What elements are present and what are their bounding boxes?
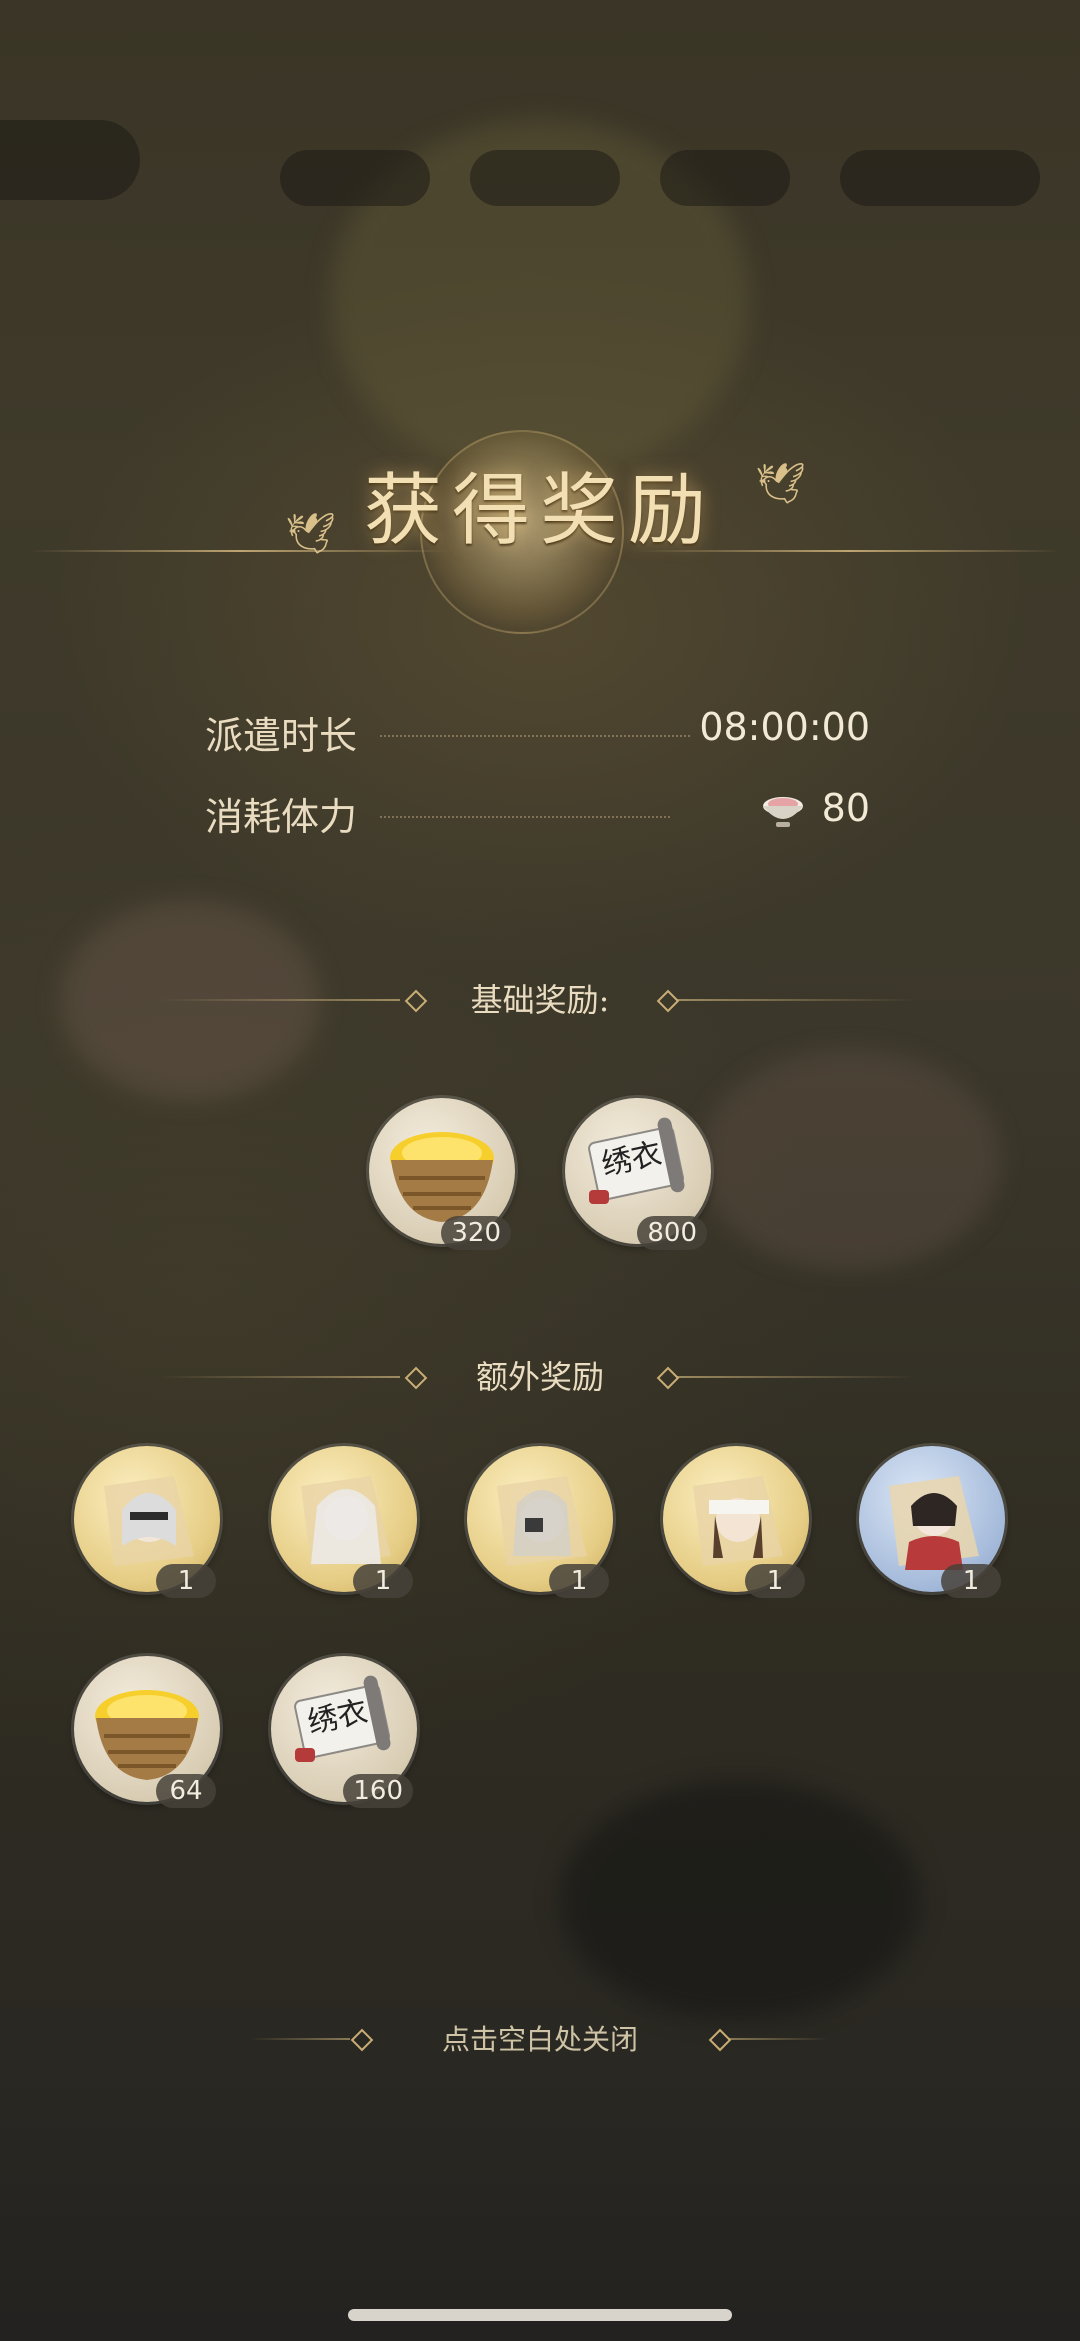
basic-rewards-heading: 基础奖励: (0, 975, 1080, 1025)
diamond-ornament (404, 1366, 428, 1390)
dispatch-duration-row: 派遣时长 08:00:00 (205, 705, 870, 758)
reward-count: 800 (637, 1216, 707, 1250)
hint-rule (250, 2038, 350, 2040)
dotted-leader (380, 816, 670, 818)
close-hint[interactable]: 点击空白处关闭 (0, 2018, 1080, 2058)
extra-rewards-label: 额外奖励 (475, 1358, 604, 1396)
reward-title-banner: 🕊 🕊 获得奖励 (0, 400, 1080, 634)
reward-item-grain[interactable]: 320 (369, 1098, 515, 1250)
reward-count: 1 (745, 1564, 805, 1598)
diamond-ornament (350, 2028, 374, 2052)
heading-rule (160, 1376, 400, 1378)
stamina-cost-row: 消耗体力 80 (205, 786, 870, 839)
reward-item-grain[interactable]: 64 (74, 1656, 220, 1808)
reward-item-portrait[interactable]: 1 (467, 1446, 613, 1598)
reward-item-portrait[interactable]: 1 (271, 1446, 417, 1598)
background-scenery (560, 1780, 920, 2020)
reward-count: 1 (156, 1564, 216, 1598)
reward-item-scroll[interactable]: 绣衣 800 (565, 1098, 711, 1250)
heading-rule (160, 999, 400, 1001)
background-topbar (280, 150, 430, 206)
heading-rule (676, 999, 916, 1001)
stamina-cost-value: 80 (821, 786, 870, 830)
background-scenery (700, 1050, 1000, 1270)
reward-item-portrait[interactable]: 1 (74, 1446, 220, 1598)
stamina-cost-label: 消耗体力 (205, 795, 358, 839)
reward-item-scroll[interactable]: 绣衣 160 (271, 1656, 417, 1808)
extra-rewards-heading: 额外奖励 (0, 1352, 1080, 1402)
reward-count: 320 (441, 1216, 511, 1250)
background-topbar (840, 150, 1040, 206)
reward-count: 1 (353, 1564, 413, 1598)
diamond-ornament (404, 989, 428, 1013)
diamond-ornament (708, 2028, 732, 2052)
basic-rewards-label: 基础奖励: (470, 981, 610, 1019)
rice-bowl-icon (763, 797, 803, 827)
reward-count: 1 (549, 1564, 609, 1598)
background-topbar (660, 150, 790, 206)
dotted-leader (380, 735, 690, 737)
background-topbar (0, 120, 140, 200)
diamond-ornament (656, 989, 680, 1013)
diamond-ornament (656, 1366, 680, 1390)
home-indicator[interactable] (348, 2309, 732, 2321)
heading-rule (676, 1376, 916, 1378)
reward-count: 160 (343, 1774, 413, 1808)
background-topbar (470, 150, 620, 206)
reward-item-portrait[interactable]: 1 (859, 1446, 1005, 1598)
close-hint-label: 点击空白处关闭 (441, 2023, 638, 2056)
hint-rule (728, 2038, 828, 2040)
page-title: 获得奖励 (363, 466, 716, 556)
dispatch-duration-value: 08:00:00 (699, 705, 870, 749)
dispatch-duration-label: 派遣时长 (205, 714, 358, 758)
reward-count: 64 (156, 1774, 216, 1808)
reward-item-portrait[interactable]: 1 (663, 1446, 809, 1598)
reward-count: 1 (941, 1564, 1001, 1598)
